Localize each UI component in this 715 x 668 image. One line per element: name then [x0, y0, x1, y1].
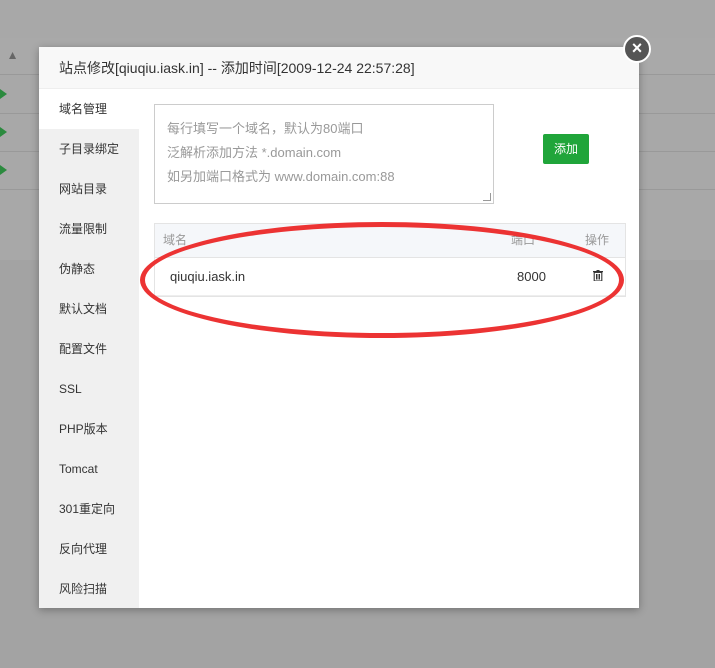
- port-cell: 8000: [517, 269, 546, 284]
- dialog-title: 站点修改[qiuqiu.iask.in] -- 添加时间[2009-12-24 …: [39, 47, 639, 89]
- site-edit-dialog: 站点修改[qiuqiu.iask.in] -- 添加时间[2009-12-24 …: [39, 47, 639, 608]
- domain-input-placeholder-line: 泛解析添加方法 *.domain.com: [167, 145, 342, 160]
- play-icon[interactable]: [0, 127, 7, 137]
- domain-input-placeholder-line: 如另加端口格式为 www.domain.com:88: [167, 169, 395, 184]
- column-header-domain: 域名: [163, 233, 188, 247]
- sidebar-item-config-file[interactable]: 配置文件: [39, 329, 139, 369]
- close-icon[interactable]: ×: [623, 35, 651, 63]
- sidebar-item-risk-scan[interactable]: 风险扫描: [39, 569, 139, 609]
- sidebar-item-site-dir[interactable]: 网站目录: [39, 169, 139, 209]
- sidebar-item-default-doc[interactable]: 默认文档: [39, 289, 139, 329]
- domain-cell: qiuqiu.iask.in: [170, 269, 246, 284]
- add-domain-button[interactable]: 添加: [543, 134, 589, 164]
- sort-up-icon[interactable]: ▲: [0, 48, 19, 62]
- sidebar-item-tomcat[interactable]: Tomcat: [39, 449, 139, 489]
- domain-table: 域名 端口 操作 qiuqiu.iask.in 8000: [154, 223, 626, 297]
- sidebar-item-php-version[interactable]: PHP版本: [39, 409, 139, 449]
- sidebar-item-subdir-bind[interactable]: 子目录绑定: [39, 129, 139, 169]
- play-icon[interactable]: [0, 89, 7, 99]
- dialog-content: 每行填写一个域名，默认为80端口 泛解析添加方法 *.domain.com 如另…: [139, 89, 639, 608]
- resize-handle[interactable]: [483, 193, 491, 201]
- sidebar-item-reverse-proxy[interactable]: 反向代理: [39, 529, 139, 569]
- table-row: qiuqiu.iask.in 8000: [155, 258, 625, 296]
- dialog-sidebar: 域名管理 子目录绑定 网站目录 流量限制 伪静态 默认文档 配置文件 SSL P…: [39, 89, 139, 608]
- sidebar-item-rewrite[interactable]: 伪静态: [39, 249, 139, 289]
- sidebar-item-domain-manage[interactable]: 域名管理: [39, 89, 139, 129]
- sidebar-item-redirect-301[interactable]: 301重定向: [39, 489, 139, 529]
- trash-icon[interactable]: [593, 270, 603, 281]
- play-icon[interactable]: [0, 165, 7, 175]
- domain-input[interactable]: 每行填写一个域名，默认为80端口 泛解析添加方法 *.domain.com 如另…: [154, 104, 494, 204]
- domain-input-placeholder-line: 每行填写一个域名，默认为80端口: [167, 121, 364, 136]
- sidebar-item-ssl[interactable]: SSL: [39, 369, 139, 409]
- table-header: 域名 端口 操作: [155, 224, 625, 258]
- sidebar-item-traffic-limit[interactable]: 流量限制: [39, 209, 139, 249]
- column-header-action: 操作: [585, 233, 610, 247]
- column-header-port: 端口: [511, 233, 536, 247]
